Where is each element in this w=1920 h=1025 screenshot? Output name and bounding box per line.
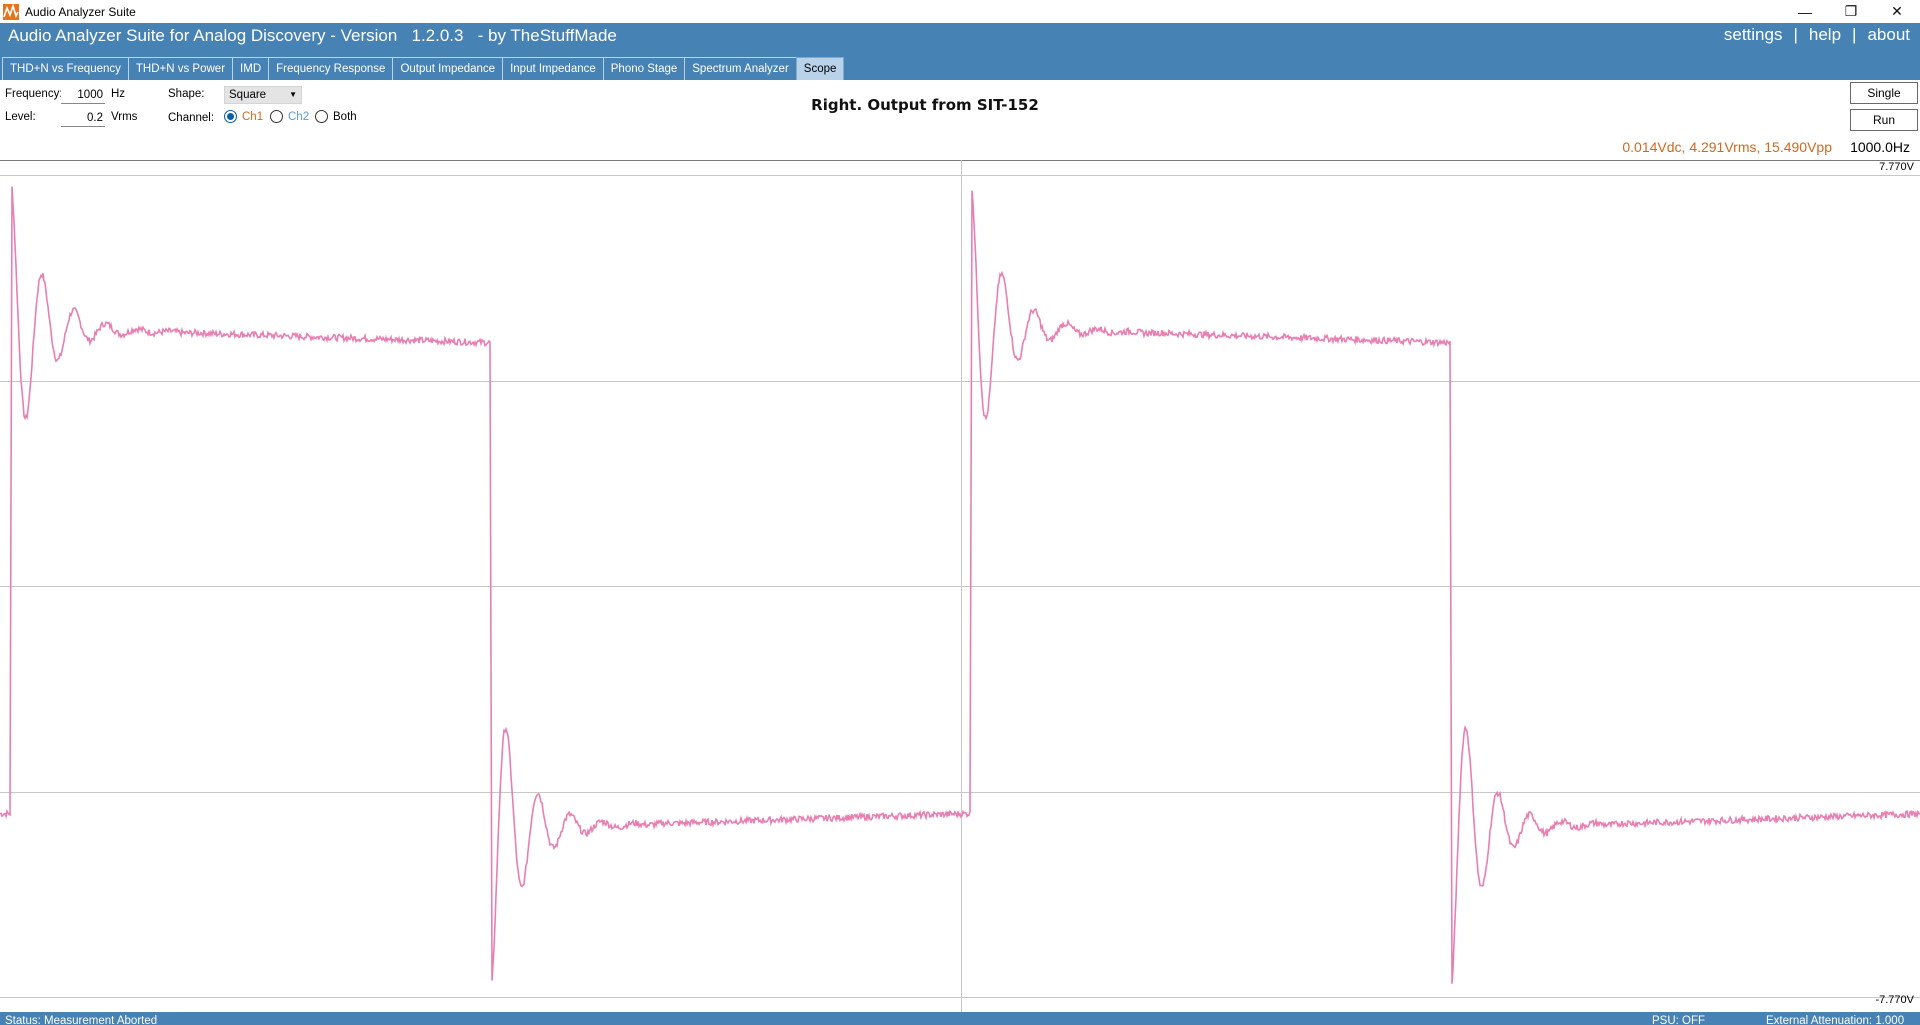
minimize-button[interactable]: —: [1782, 0, 1828, 23]
link-separator: |: [1852, 25, 1857, 44]
channel-label: Channel:: [168, 112, 215, 124]
radio-unselected-icon: [270, 110, 283, 123]
about-link[interactable]: about: [1867, 25, 1910, 45]
restore-button[interactable]: ❐: [1828, 0, 1874, 23]
radio-unselected-icon: [315, 110, 328, 123]
y-max-label: 7.770V: [1879, 161, 1914, 173]
frequency-unit: Hz: [111, 88, 126, 100]
single-button[interactable]: Single: [1850, 82, 1918, 104]
frequency-label: Frequency:: [5, 88, 63, 100]
level-input[interactable]: [61, 109, 105, 127]
window-titlebar: Audio Analyzer Suite — ❐ ✕: [0, 0, 1920, 23]
frequency-readout: 1000.0Hz: [1850, 139, 1910, 155]
psu-status: PSU: OFF: [1652, 1015, 1706, 1025]
radio-both[interactable]: Both: [315, 110, 357, 123]
app-heading: Audio Analyzer Suite for Analog Discover…: [8, 26, 617, 45]
radio-ch1[interactable]: Ch1: [224, 110, 263, 123]
close-button[interactable]: ✕: [1874, 0, 1920, 23]
shape-label: Shape:: [168, 88, 205, 100]
window-controls: — ❐ ✕: [1782, 0, 1920, 23]
frequency-input[interactable]: [61, 86, 105, 104]
status-bar: Status: Measurement Aborted PSU: OFF Ext…: [0, 1012, 1920, 1025]
help-link[interactable]: help: [1809, 25, 1841, 45]
ch2-label: Ch2: [288, 110, 310, 123]
ch1-label: Ch1: [242, 110, 264, 123]
settings-link[interactable]: settings: [1724, 25, 1783, 45]
y-min-label: -7.770V: [1875, 994, 1914, 1006]
plot-title: Right. Output from SIT-152: [811, 96, 1039, 114]
radio-ch2[interactable]: Ch2: [270, 110, 309, 123]
tab-spectrum-analyzer[interactable]: Spectrum Analyzer: [684, 57, 797, 80]
measurement-readout: 0.014Vdc, 4.291Vrms, 15.490Vpp: [1622, 139, 1832, 155]
scope-controls: Frequency: Hz Level: Vrms Shape: Square …: [0, 80, 1920, 160]
level-label: Level:: [5, 111, 36, 123]
attenuation-status: External Attenuation: 1.000: [1766, 1015, 1905, 1025]
tab-thdn-vs-frequency[interactable]: THD+N vs Frequency: [2, 57, 129, 80]
status-text: Status: Measurement Aborted: [5, 1015, 158, 1025]
link-separator: |: [1793, 25, 1798, 44]
both-label: Both: [333, 110, 357, 123]
header-links: settings | help | about: [1724, 25, 1910, 45]
shape-value: Square: [229, 89, 267, 101]
app-icon: [3, 3, 19, 20]
tab-scope[interactable]: Scope: [795, 57, 845, 80]
tab-input-impedance[interactable]: Input Impedance: [502, 57, 604, 80]
radio-selected-icon: [224, 110, 237, 123]
chevron-down-icon: ▼: [289, 90, 297, 99]
tab-phono-stage[interactable]: Phono Stage: [602, 57, 686, 80]
tab-output-impedance[interactable]: Output Impedance: [392, 57, 504, 80]
scope-chart: [0, 160, 1920, 1012]
window-title: Audio Analyzer Suite: [25, 4, 136, 19]
tab-thdn-vs-power[interactable]: THD+N vs Power: [127, 57, 234, 80]
run-button[interactable]: Run: [1850, 109, 1918, 131]
tab-strip: THD+N vs Frequency THD+N vs Power IMD Fr…: [2, 57, 845, 80]
scope-plot[interactable]: 7.770V -7.770V: [0, 160, 1920, 1012]
app-header: Audio Analyzer Suite for Analog Discover…: [0, 23, 1920, 80]
level-unit: Vrms: [111, 111, 138, 123]
tab-imd[interactable]: IMD: [232, 57, 270, 80]
shape-select[interactable]: Square ▼: [224, 86, 302, 104]
tab-frequency-response[interactable]: Frequency Response: [268, 57, 394, 80]
scope-trace: [0, 186, 1920, 984]
grid-lines: [0, 160, 1920, 1012]
